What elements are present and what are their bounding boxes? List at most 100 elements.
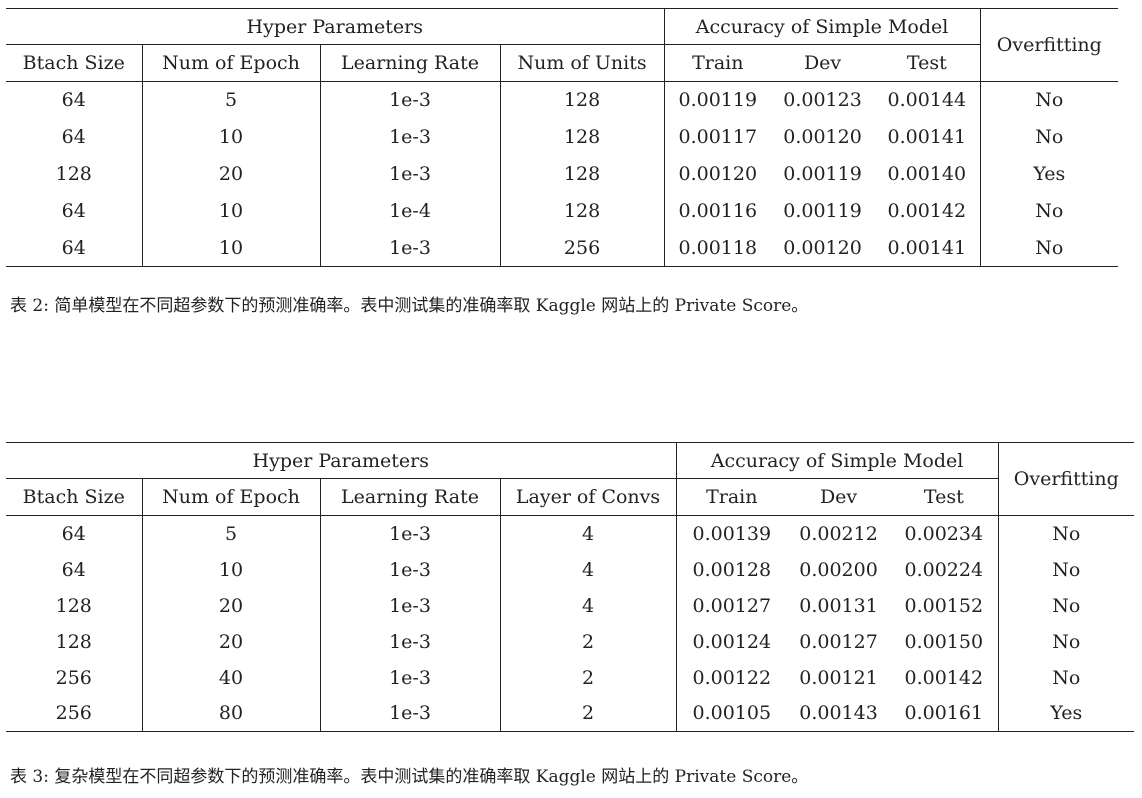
cell-batch-size: 64 <box>61 200 86 222</box>
cell-dev: 0.00119 <box>783 163 862 185</box>
cell-dev: 0.00120 <box>783 126 862 148</box>
header-learning-rate: Learning Rate <box>319 44 500 82</box>
cell-overfitting: Yes <box>997 695 1135 732</box>
cell-num-epoch: 20 <box>141 623 320 660</box>
cell-train: 0.00105 <box>675 695 788 732</box>
header-hyper-parameters: Hyper Parameters <box>6 442 677 479</box>
cell-train: 0.00120 <box>663 155 772 193</box>
cell-batch-size: 64 <box>61 89 86 112</box>
table-3-caption: 表 3: 复杂模型在不同超参数下的预测准确率。表中测试集的准确率取 Kaggle… <box>10 767 809 787</box>
cell-train: 0.00139 <box>675 515 788 552</box>
header-hyper-parameters: Hyper Parameters <box>6 8 665 45</box>
cell-layer-of-convs: 4 <box>499 515 677 552</box>
cell-num-units: 128 <box>499 81 665 119</box>
cell-overfitting: No <box>997 623 1135 660</box>
table-2-caption: 表 2: 简单模型在不同超参数下的预测准确率。表中测试集的准确率取 Kaggle… <box>10 296 809 316</box>
cell-test: 0.00144 <box>887 89 967 112</box>
cell-num-epoch: 20 <box>141 155 320 193</box>
cell-test: 0.00161 <box>890 695 999 732</box>
cell-test: 0.00234 <box>904 522 984 545</box>
header-overfitting: Overfitting <box>979 8 1119 82</box>
cell-num-epoch: 10 <box>141 551 320 588</box>
header-train: Train <box>675 478 788 516</box>
cell-num-epoch: 10 <box>141 229 320 267</box>
cell-learning-rate: 1e-3 <box>319 551 500 588</box>
header-num-epoch: Num of Epoch <box>141 478 320 516</box>
table-row: 64 10 1e-3 256 0.00118 0.00120 0.00141 N… <box>6 229 1119 267</box>
header-overfitting: Overfitting <box>997 442 1135 516</box>
cell-overfitting: No <box>979 118 1119 156</box>
header-accuracy-group: Accuracy of Simple Model <box>675 442 999 479</box>
header-num-epoch: Num of Epoch <box>141 44 320 82</box>
header-batch-size: Btach Size <box>6 44 142 82</box>
cell-num-epoch: 20 <box>141 587 320 624</box>
cell-test: 0.00152 <box>904 594 984 617</box>
cell-overfitting: Yes <box>979 155 1119 193</box>
cell-dev: 0.00121 <box>799 666 878 689</box>
table-row: 128 20 1e-3 4 0.00127 0.00131 0.00152 No <box>6 587 1135 624</box>
cell-train: 0.00119 <box>663 81 772 119</box>
cell-learning-rate: 1e-3 <box>319 659 500 696</box>
cell-learning-rate: 1e-3 <box>319 229 500 267</box>
cell-layer-of-convs: 4 <box>499 551 677 588</box>
cell-batch-size: 64 <box>61 558 86 581</box>
cell-num-epoch: 40 <box>141 659 320 696</box>
header-layer-of-convs: Layer of Convs <box>499 478 677 516</box>
cell-dev: 0.00131 <box>799 594 878 617</box>
cell-overfitting: No <box>997 515 1135 552</box>
cell-test: 0.00141 <box>887 126 967 148</box>
cell-overfitting: No <box>997 551 1135 588</box>
cell-test: 0.00224 <box>904 558 984 581</box>
header-accuracy-group: Accuracy of Simple Model <box>663 8 981 45</box>
cell-test: 0.00142 <box>904 666 984 689</box>
cell-learning-rate: 1e-3 <box>319 155 500 193</box>
cell-dev: 0.00200 <box>799 558 878 581</box>
cell-batch-size: 128 <box>55 594 92 617</box>
cell-batch-size: 64 <box>61 522 86 545</box>
cell-overfitting: No <box>979 81 1119 119</box>
cell-learning-rate: 1e-3 <box>319 695 500 732</box>
cell-test: 0.00140 <box>887 163 967 185</box>
cell-num-units: 128 <box>499 155 665 193</box>
cell-num-epoch: 10 <box>141 192 320 230</box>
table-row: 64 10 1e-3 4 0.00128 0.00200 0.00224 No <box>6 551 1135 588</box>
cell-train: 0.00128 <box>675 551 788 588</box>
cell-dev: 0.00123 <box>783 89 862 112</box>
cell-overfitting: No <box>997 659 1135 696</box>
cell-test: 0.00150 <box>904 630 984 653</box>
cell-train: 0.00127 <box>675 587 788 624</box>
cell-dev: 0.00212 <box>799 522 878 545</box>
cell-num-units: 128 <box>499 118 665 156</box>
cell-learning-rate: 1e-4 <box>319 192 500 230</box>
table-row: 64 10 1e-4 128 0.00116 0.00119 0.00142 N… <box>6 192 1119 230</box>
table-row: 256 80 1e-3 2 0.00105 0.00143 0.00161 Ye… <box>6 695 1135 732</box>
cell-dev: 0.00127 <box>799 630 878 653</box>
cell-dev: 0.00120 <box>771 229 875 267</box>
header-dev: Dev <box>771 44 875 82</box>
cell-num-epoch: 5 <box>141 515 320 552</box>
cell-learning-rate: 1e-3 <box>319 587 500 624</box>
header-test: Test <box>890 478 999 516</box>
cell-train: 0.00122 <box>675 659 788 696</box>
table-row: 64 5 1e-3 128 0.00119 0.00123 0.00144 No <box>6 81 1119 119</box>
cell-num-epoch: 80 <box>141 695 320 732</box>
cell-train: 0.00118 <box>663 229 772 267</box>
cell-train: 0.00124 <box>675 623 788 660</box>
cell-learning-rate: 1e-3 <box>319 623 500 660</box>
cell-layer-of-convs: 4 <box>499 587 677 624</box>
cell-overfitting: No <box>979 192 1119 230</box>
cell-num-units: 128 <box>499 192 665 230</box>
header-test: Test <box>874 44 981 82</box>
cell-batch-size: 128 <box>55 163 92 185</box>
header-batch-size: Btach Size <box>6 478 142 516</box>
cell-batch-size: 64 <box>6 229 142 267</box>
table-row: 64 5 1e-3 4 0.00139 0.00212 0.00234 No <box>6 515 1135 552</box>
cell-layer-of-convs: 2 <box>499 695 677 732</box>
cell-train: 0.00117 <box>663 118 772 156</box>
cell-batch-size: 256 <box>6 695 142 732</box>
cell-num-epoch: 10 <box>141 118 320 156</box>
cell-overfitting: No <box>979 229 1119 267</box>
cell-layer-of-convs: 2 <box>499 623 677 660</box>
cell-num-epoch: 5 <box>141 81 320 119</box>
cell-dev: 0.00119 <box>783 200 862 222</box>
